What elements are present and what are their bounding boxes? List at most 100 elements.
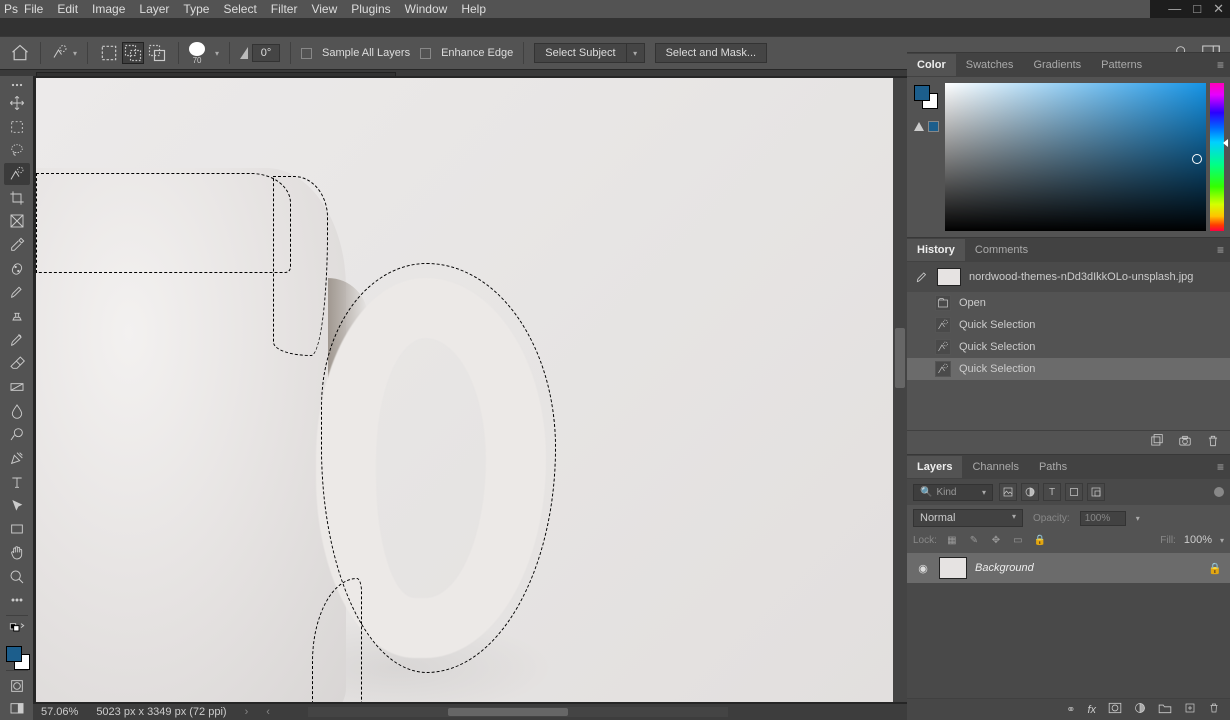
lasso-tool[interactable] <box>4 139 30 161</box>
zoom-level[interactable]: 57.06% <box>41 706 78 718</box>
default-colors-button[interactable] <box>4 620 30 634</box>
doc-info[interactable]: 5023 px x 3349 px (72 ppi) <box>96 706 226 718</box>
zoom-tool[interactable] <box>4 566 30 588</box>
pen-tool[interactable] <box>4 447 30 469</box>
tool-preset-picker[interactable]: ▾ <box>51 44 77 62</box>
history-source[interactable]: nordwood-themes-nDd3dIkkOLo-unsplash.jpg <box>907 262 1230 292</box>
angle-input[interactable] <box>252 44 280 62</box>
menu-type[interactable]: Type <box>183 2 209 16</box>
tab-channels[interactable]: Channels <box>962 456 1028 478</box>
tab-comments[interactable]: Comments <box>965 239 1038 261</box>
menu-window[interactable]: Window <box>405 2 448 16</box>
hue-pointer[interactable] <box>1223 139 1228 147</box>
enhance-edge-checkbox[interactable] <box>420 48 431 59</box>
rectangle-tool[interactable] <box>4 518 30 540</box>
minimize-icon[interactable]: — <box>1168 1 1181 17</box>
scroll-left-icon[interactable]: ‹ <box>266 706 270 718</box>
menu-edit[interactable]: Edit <box>57 2 78 16</box>
color-field[interactable] <box>945 83 1206 231</box>
delete-state-icon[interactable] <box>1206 434 1220 451</box>
grip-icon[interactable] <box>4 80 30 90</box>
new-layer-icon[interactable] <box>1184 702 1196 717</box>
history-state[interactable]: Quick Selection <box>907 358 1230 380</box>
filter-type-icon[interactable]: T <box>1043 483 1061 501</box>
history-brush-tool[interactable] <box>4 329 30 351</box>
select-and-mask-button[interactable]: Select and Mask... <box>655 43 768 63</box>
menu-help[interactable]: Help <box>461 2 486 16</box>
adjustment-layer-icon[interactable] <box>1134 702 1146 717</box>
history-state[interactable]: Quick Selection <box>907 314 1230 336</box>
scrollbar-thumb[interactable] <box>895 328 905 388</box>
link-layers-icon[interactable]: ⚭ <box>1066 703 1075 716</box>
close-icon[interactable]: ✕ <box>1213 1 1224 17</box>
new-selection-button[interactable] <box>98 42 120 64</box>
menu-plugins[interactable]: Plugins <box>351 2 390 16</box>
lock-transparent-icon[interactable]: ▦ <box>945 533 959 547</box>
path-selection-tool[interactable] <box>4 495 30 517</box>
new-document-from-state-icon[interactable] <box>1150 434 1164 451</box>
info-flyout-icon[interactable]: › <box>245 706 249 718</box>
hand-tool[interactable] <box>4 542 30 564</box>
layer-style-icon[interactable]: fx <box>1087 704 1096 716</box>
color-swatches[interactable] <box>4 640 30 666</box>
menu-view[interactable]: View <box>311 2 337 16</box>
crop-tool[interactable] <box>4 187 30 209</box>
layer-name[interactable]: Background <box>975 562 1034 574</box>
filter-toggle[interactable] <box>1214 487 1224 497</box>
brush-picker[interactable]: 70 <box>189 42 205 65</box>
filter-adjustment-icon[interactable] <box>1021 483 1039 501</box>
delete-layer-icon[interactable] <box>1208 702 1220 717</box>
history-state[interactable]: Quick Selection <box>907 336 1230 358</box>
eyedropper-tool[interactable] <box>4 234 30 256</box>
group-icon[interactable] <box>1158 702 1172 717</box>
add-to-selection-button[interactable] <box>122 42 144 64</box>
hue-slider[interactable] <box>1210 83 1224 231</box>
lock-image-icon[interactable]: ✎ <box>967 533 981 547</box>
screen-mode-button[interactable] <box>4 698 30 720</box>
layer-row[interactable]: ◉ Background 🔒 <box>907 553 1230 583</box>
healing-brush-tool[interactable] <box>4 258 30 280</box>
frame-tool[interactable] <box>4 210 30 232</box>
filter-pixel-icon[interactable] <box>999 483 1017 501</box>
clone-stamp-tool[interactable] <box>4 305 30 327</box>
lock-artboard-icon[interactable]: ▭ <box>1011 533 1025 547</box>
eraser-tool[interactable] <box>4 353 30 375</box>
tab-history[interactable]: History <box>907 239 965 261</box>
panel-menu-icon[interactable]: ≡ <box>1211 243 1230 257</box>
chevron-down-icon[interactable]: ▾ <box>1220 536 1224 545</box>
select-subject-button[interactable]: Select Subject <box>534 43 626 63</box>
menu-filter[interactable]: Filter <box>271 2 298 16</box>
scrollbar-thumb[interactable] <box>448 708 568 716</box>
menu-layer[interactable]: Layer <box>139 2 169 16</box>
move-tool[interactable] <box>4 92 30 114</box>
tab-gradients[interactable]: Gradients <box>1023 54 1091 76</box>
blur-tool[interactable] <box>4 400 30 422</box>
vertical-scrollbar[interactable] <box>893 78 907 702</box>
tab-color[interactable]: Color <box>907 54 956 76</box>
panel-menu-icon[interactable]: ≡ <box>1211 58 1230 72</box>
foreground-color[interactable] <box>6 646 22 662</box>
menu-file[interactable]: File <box>24 2 43 16</box>
panel-menu-icon[interactable]: ≡ <box>1211 460 1230 474</box>
web-safe-swatch[interactable] <box>928 121 939 132</box>
layer-mask-icon[interactable] <box>1108 702 1122 717</box>
type-tool[interactable] <box>4 471 30 493</box>
dodge-tool[interactable] <box>4 424 30 446</box>
marquee-tool[interactable] <box>4 116 30 138</box>
edit-toolbar-button[interactable] <box>4 589 30 611</box>
opacity-input[interactable]: 100% <box>1080 511 1126 526</box>
select-subject-dropdown[interactable]: ▾ <box>627 43 645 63</box>
document-canvas[interactable] <box>36 78 893 702</box>
home-button[interactable] <box>10 43 30 63</box>
foreground-color[interactable] <box>914 85 930 101</box>
chevron-down-icon[interactable]: ▾ <box>1136 514 1140 523</box>
lock-position-icon[interactable]: ✥ <box>989 533 1003 547</box>
sample-all-layers-checkbox[interactable] <box>301 48 312 59</box>
layer-thumbnail[interactable] <box>939 557 967 579</box>
horizontal-scrollbar[interactable] <box>308 707 728 717</box>
color-marker[interactable] <box>1192 154 1202 164</box>
blend-mode-dropdown[interactable]: Normal ▾ <box>913 509 1023 527</box>
tab-patterns[interactable]: Patterns <box>1091 54 1152 76</box>
menu-select[interactable]: Select <box>223 2 256 16</box>
gradient-tool[interactable] <box>4 376 30 398</box>
